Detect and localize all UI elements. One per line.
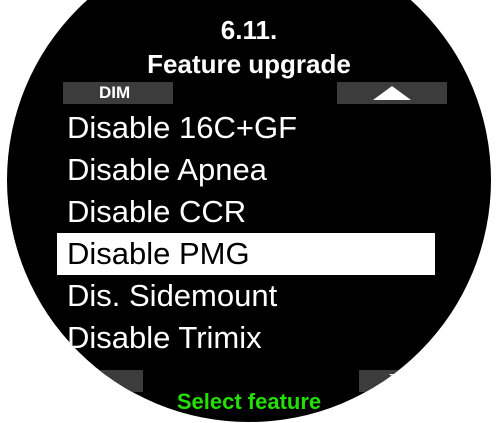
menu-item-label: Disable 16C+GF (67, 110, 298, 145)
dive-computer-display: 6.11. Feature upgrade DIM Disable 16C+GF… (0, 0, 498, 423)
dim-button-label: DIM (99, 83, 131, 102)
status-hint: Select feature (176, 389, 322, 414)
menu-item-label: Disable PMG (67, 236, 250, 271)
up-arrow-icon (373, 86, 411, 100)
menu-item-label: Disable Apnea (67, 152, 267, 187)
menu-item-label: Dis. Sidemount (67, 278, 278, 313)
scroll-up-button[interactable] (337, 82, 447, 104)
menu-item-disable-pmg[interactable]: Disable PMG (7, 233, 491, 275)
menu-item-disable-trimix[interactable]: Disable Trimix (7, 317, 491, 359)
menu-item-disable-apnea[interactable]: Disable Apnea (7, 149, 491, 191)
page-title: Feature upgrade (147, 49, 351, 79)
down-arrow-icon (389, 374, 427, 388)
menu-item-label: Disable Trimix (67, 320, 262, 355)
dim-button[interactable]: DIM (63, 82, 173, 104)
menu-item-disable-ccr[interactable]: Disable CCR (7, 191, 491, 233)
menu-item-disable-16c-gf[interactable]: Disable 16C+GF (7, 107, 491, 149)
section-number: 6.11. (220, 15, 278, 45)
menu-item-dis-sidemount[interactable]: Dis. Sidemount (7, 275, 491, 317)
round-screen: 6.11. Feature upgrade DIM Disable 16C+GF… (7, 0, 491, 422)
menu-item-label: Disable CCR (67, 194, 247, 229)
feature-menu: Disable 16C+GF Disable Apnea Disable CCR… (7, 107, 491, 359)
